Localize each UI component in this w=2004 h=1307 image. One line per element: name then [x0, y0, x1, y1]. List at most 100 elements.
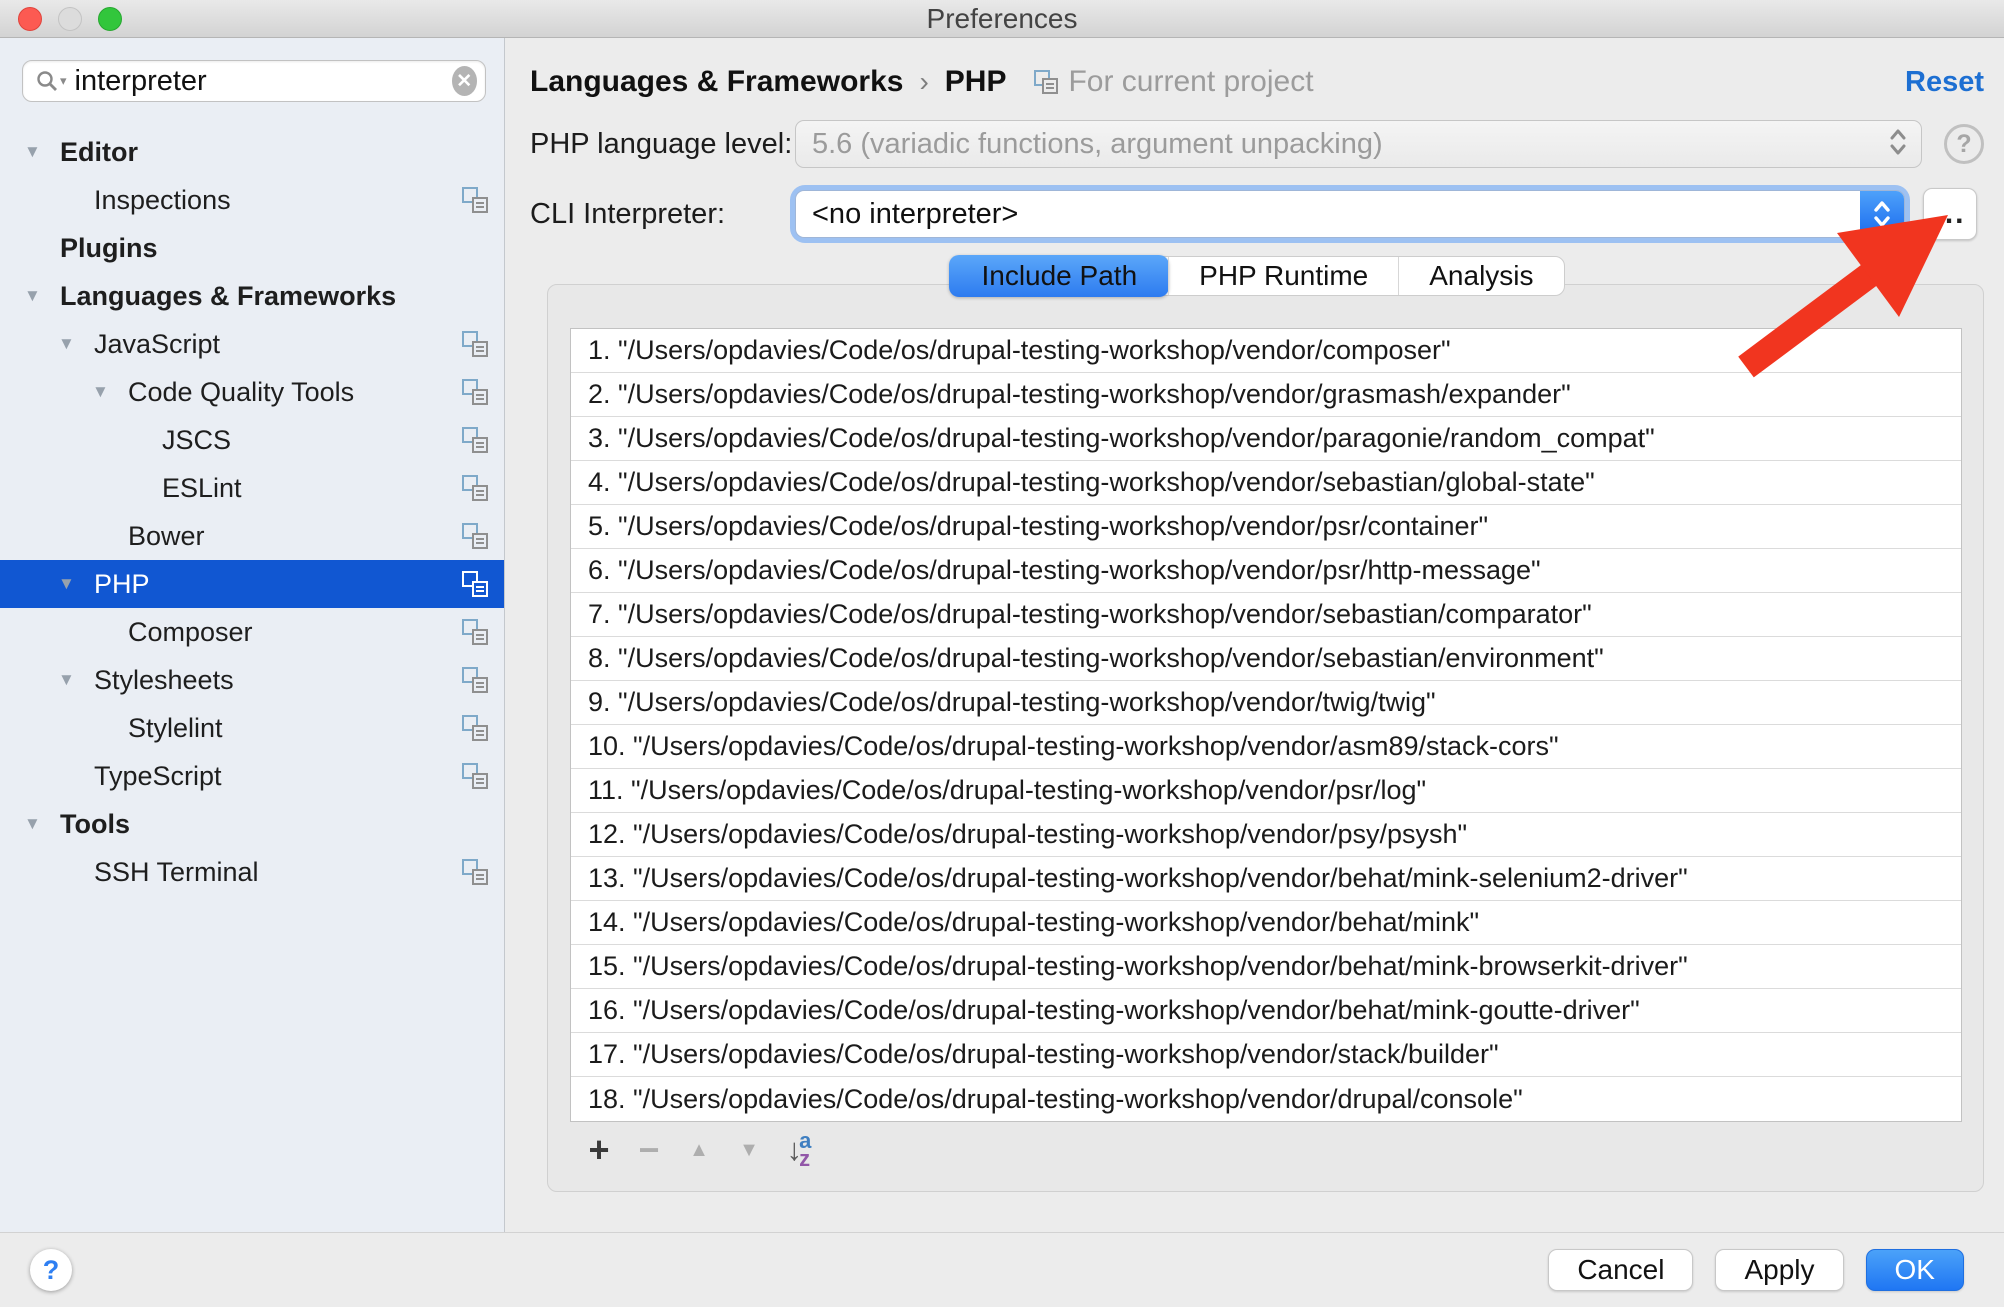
settings-content: Languages & Frameworks › PHP For current… — [505, 38, 2004, 1232]
include-path-row[interactable]: 8. "/Users/opdavies/Code/os/drupal-testi… — [571, 637, 1961, 681]
sidebar-item-stylesheets[interactable]: ▼Stylesheets — [0, 656, 504, 704]
sidebar-item-eslint[interactable]: ▼ESLint — [0, 464, 504, 512]
include-path-row[interactable]: 13. "/Users/opdavies/Code/os/drupal-test… — [571, 857, 1961, 901]
stepper-chevrons-icon[interactable] — [1887, 126, 1909, 163]
sidebar-item-composer[interactable]: ▼Composer — [0, 608, 504, 656]
scope-label: For current project — [1068, 65, 1313, 99]
sort-alphabetically-button[interactable]: ↓ a z — [774, 1130, 824, 1170]
breadcrumb-parent[interactable]: Languages & Frameworks — [530, 65, 903, 99]
cli-interpreter-row: CLI Interpreter: <no interpreter> ... — [530, 188, 1984, 240]
override-settings-icon — [462, 523, 488, 549]
include-path-row[interactable]: 5. "/Users/opdavies/Code/os/drupal-testi… — [571, 505, 1961, 549]
scope-indicator: For current project — [1034, 65, 1313, 99]
cli-interpreter-label: CLI Interpreter: — [530, 198, 795, 231]
breadcrumb-current: PHP — [945, 65, 1007, 99]
settings-sidebar: ▾ ✕ ▼Editor▼Inspections▼Plugins▼Language… — [0, 38, 505, 1232]
chevron-down-icon[interactable]: ▼ — [92, 382, 128, 402]
sidebar-item-stylelint[interactable]: ▼Stylelint — [0, 704, 504, 752]
sidebar-item-label: SSH Terminal — [94, 857, 259, 888]
override-settings-icon — [462, 475, 488, 501]
tab-php-runtime[interactable]: PHP Runtime — [1168, 257, 1398, 295]
include-path-list: 1. "/Users/opdavies/Code/os/drupal-testi… — [570, 328, 1962, 1122]
sidebar-item-bower[interactable]: ▼Bower — [0, 512, 504, 560]
preferences-dialog: ▾ ✕ ▼Editor▼Inspections▼Plugins▼Language… — [0, 38, 2004, 1232]
sidebar-item-tools[interactable]: ▼Tools — [0, 800, 504, 848]
chevron-down-icon[interactable]: ▼ — [24, 814, 60, 834]
override-settings-icon — [462, 619, 488, 645]
reset-link[interactable]: Reset — [1905, 66, 1984, 99]
include-path-row[interactable]: 18. "/Users/opdavies/Code/os/drupal-test… — [571, 1077, 1961, 1121]
search-input[interactable] — [75, 65, 452, 98]
cli-stepper-icon[interactable] — [1860, 191, 1904, 237]
sidebar-item-label: Plugins — [60, 233, 158, 264]
include-path-row[interactable]: 10. "/Users/opdavies/Code/os/drupal-test… — [571, 725, 1961, 769]
override-settings-icon — [462, 763, 488, 789]
chevron-down-icon[interactable]: ▼ — [58, 334, 94, 354]
include-path-row[interactable]: 9. "/Users/opdavies/Code/os/drupal-testi… — [571, 681, 1961, 725]
cli-interpreter-value: <no interpreter> — [796, 191, 1860, 237]
include-path-row[interactable]: 1. "/Users/opdavies/Code/os/drupal-testi… — [571, 329, 1961, 373]
include-path-row[interactable]: 4. "/Users/opdavies/Code/os/drupal-testi… — [571, 461, 1961, 505]
move-down-button[interactable]: ▼ — [724, 1130, 774, 1170]
include-path-row[interactable]: 14. "/Users/opdavies/Code/os/drupal-test… — [571, 901, 1961, 945]
sidebar-item-plugins[interactable]: ▼Plugins — [0, 224, 504, 272]
php-language-level-select[interactable]: 5.6 (variadic functions, argument unpack… — [795, 120, 1922, 168]
sidebar-item-label: ESLint — [162, 473, 242, 504]
sidebar-item-label: JSCS — [162, 425, 231, 456]
include-path-row[interactable]: 12. "/Users/opdavies/Code/os/drupal-test… — [571, 813, 1961, 857]
tabs-row: Include PathPHP RuntimeAnalysis — [530, 256, 1984, 296]
include-path-row[interactable]: 16. "/Users/opdavies/Code/os/drupal-test… — [571, 989, 1961, 1033]
include-path-row[interactable]: 3. "/Users/opdavies/Code/os/drupal-testi… — [571, 417, 1961, 461]
browse-interpreters-button[interactable]: ... — [1923, 188, 1977, 240]
clear-search-icon[interactable]: ✕ — [452, 66, 477, 96]
sidebar-item-label: Stylesheets — [94, 665, 234, 696]
override-settings-icon — [462, 571, 488, 597]
tab-analysis[interactable]: Analysis — [1398, 257, 1563, 295]
include-path-row[interactable]: 7. "/Users/opdavies/Code/os/drupal-testi… — [571, 593, 1961, 637]
include-path-row[interactable]: 6. "/Users/opdavies/Code/os/drupal-testi… — [571, 549, 1961, 593]
chevron-down-icon[interactable]: ▼ — [24, 286, 60, 306]
chevron-down-icon[interactable]: ▼ — [58, 670, 94, 690]
sidebar-item-ssh-terminal[interactable]: ▼SSH Terminal — [0, 848, 504, 896]
include-path-row[interactable]: 15. "/Users/opdavies/Code/os/drupal-test… — [571, 945, 1961, 989]
cli-interpreter-combobox[interactable]: <no interpreter> — [795, 190, 1905, 238]
move-up-button[interactable]: ▲ — [674, 1130, 724, 1170]
tab-include-path[interactable]: Include Path — [949, 255, 1169, 297]
ok-button[interactable]: OK — [1866, 1249, 1964, 1291]
sidebar-item-jscs[interactable]: ▼JSCS — [0, 416, 504, 464]
titlebar: Preferences — [0, 0, 2004, 38]
search-field[interactable]: ▾ ✕ — [22, 60, 486, 102]
sidebar-item-code-quality-tools[interactable]: ▼Code Quality Tools — [0, 368, 504, 416]
sidebar-item-languages-frameworks[interactable]: ▼Languages & Frameworks — [0, 272, 504, 320]
add-path-button[interactable]: + — [574, 1130, 624, 1170]
sidebar-item-javascript[interactable]: ▼JavaScript — [0, 320, 504, 368]
include-path-panel: 1. "/Users/opdavies/Code/os/drupal-testi… — [547, 284, 1984, 1192]
sidebar-item-label: Stylelint — [128, 713, 223, 744]
remove-path-button[interactable]: − — [624, 1130, 674, 1170]
search-area: ▾ ✕ — [0, 38, 504, 102]
include-path-row[interactable]: 11. "/Users/opdavies/Code/os/drupal-test… — [571, 769, 1961, 813]
sidebar-item-label: Bower — [128, 521, 205, 552]
sidebar-item-label: PHP — [94, 569, 150, 600]
window-title: Preferences — [0, 3, 2004, 35]
search-scope-caret-icon[interactable]: ▾ — [60, 73, 67, 89]
language-level-help-icon[interactable]: ? — [1944, 124, 1984, 164]
sidebar-tree: ▼Editor▼Inspections▼Plugins▼Languages & … — [0, 128, 504, 896]
sidebar-item-label: Editor — [60, 137, 138, 168]
sidebar-item-inspections[interactable]: ▼Inspections — [0, 176, 504, 224]
cancel-button[interactable]: Cancel — [1548, 1249, 1693, 1291]
current-project-icon — [1034, 70, 1058, 94]
chevron-down-icon[interactable]: ▼ — [58, 574, 94, 594]
override-settings-icon — [462, 715, 488, 741]
chevron-down-icon[interactable]: ▼ — [24, 142, 60, 162]
include-path-row[interactable]: 17. "/Users/opdavies/Code/os/drupal-test… — [571, 1033, 1961, 1077]
sidebar-item-editor[interactable]: ▼Editor — [0, 128, 504, 176]
apply-button[interactable]: Apply — [1715, 1249, 1843, 1291]
sidebar-item-typescript[interactable]: ▼TypeScript — [0, 752, 504, 800]
help-button[interactable]: ? — [30, 1249, 72, 1291]
include-path-tabs: Include PathPHP RuntimeAnalysis — [949, 256, 1564, 296]
sidebar-item-label: Inspections — [94, 185, 231, 216]
include-path-row[interactable]: 2. "/Users/opdavies/Code/os/drupal-testi… — [571, 373, 1961, 417]
override-settings-icon — [462, 187, 488, 213]
sidebar-item-php[interactable]: ▼PHP — [0, 560, 504, 608]
